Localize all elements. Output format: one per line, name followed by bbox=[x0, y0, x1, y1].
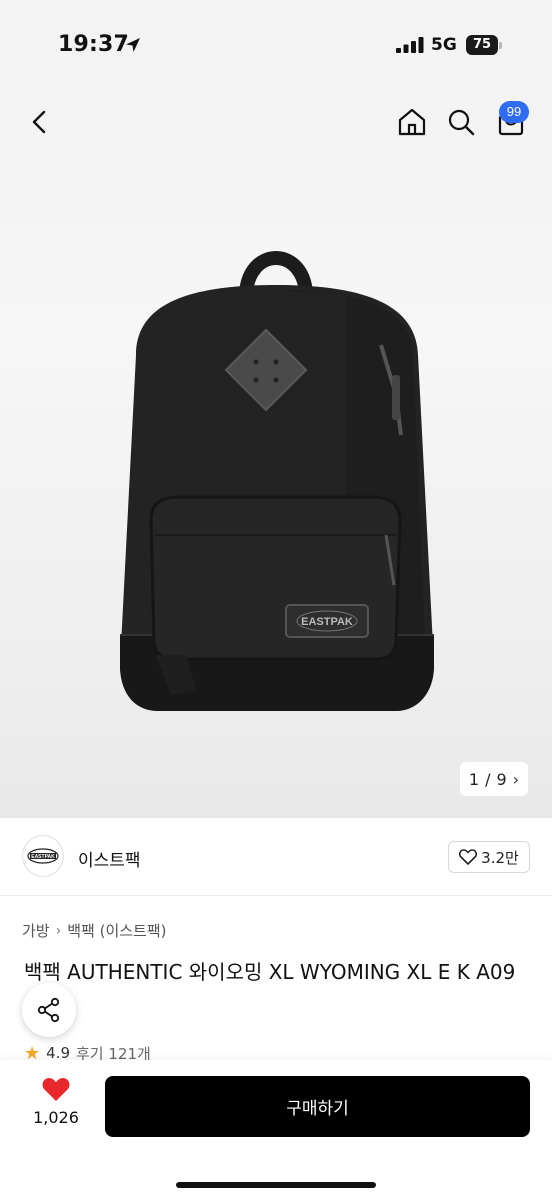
chevron-right-icon: › bbox=[55, 922, 62, 939]
heart-filled-icon bbox=[42, 1078, 70, 1101]
pager-current: 1 bbox=[468, 769, 480, 789]
pager-separator: / bbox=[485, 769, 491, 789]
home-button[interactable] bbox=[394, 104, 430, 140]
battery-level: 75 bbox=[472, 37, 492, 52]
search-icon bbox=[448, 109, 475, 136]
home-icon bbox=[398, 108, 426, 136]
share-button[interactable] bbox=[22, 983, 76, 1037]
product-image[interactable]: EASTPAK bbox=[96, 235, 456, 735]
status-bar: 19:37 5G 75 bbox=[0, 0, 552, 92]
battery-icon: 75 bbox=[466, 35, 502, 55]
search-button[interactable] bbox=[443, 104, 479, 140]
pager-total: 9 bbox=[496, 769, 507, 789]
brand-row: EASTPAK 이스트팩 3.2만 bbox=[0, 818, 552, 896]
breadcrumb-subcategory[interactable]: 백팩 (이스트팩) bbox=[67, 920, 166, 941]
svg-text:EASTPAK: EASTPAK bbox=[31, 854, 55, 860]
product-title: 백팩 AUTHENTIC 와이오밍 XL WYOMING XL E K A09 … bbox=[24, 960, 516, 1016]
share-icon bbox=[37, 997, 60, 1023]
bottom-action-bar: 1,026 구매하기 bbox=[0, 1060, 552, 1200]
chevron-left-icon bbox=[32, 110, 46, 134]
chevron-right-icon: › bbox=[512, 769, 520, 789]
brand-name[interactable]: 이스트팩 bbox=[78, 846, 141, 871]
network-type: 5G bbox=[431, 35, 457, 55]
eastpak-label: EASTPAK bbox=[301, 616, 353, 628]
buy-button[interactable]: 구매하기 bbox=[105, 1076, 530, 1137]
cart-count-badge: 99 bbox=[499, 101, 529, 123]
top-navigation bbox=[0, 92, 552, 152]
eastpak-logo-icon: EASTPAK bbox=[27, 848, 59, 864]
brand-logo[interactable]: EASTPAK bbox=[22, 835, 64, 877]
breadcrumb: 가방 › 백팩 (이스트팩) bbox=[22, 920, 167, 941]
heart-outline-icon bbox=[459, 849, 478, 865]
status-time: 19:37 bbox=[58, 32, 130, 57]
wishlist-count: 1,026 bbox=[33, 1108, 79, 1127]
wishlist-button[interactable]: 1,026 bbox=[26, 1076, 86, 1127]
home-indicator bbox=[176, 1182, 376, 1188]
brand-like-button[interactable]: 3.2만 bbox=[448, 841, 530, 873]
location-arrow-icon bbox=[126, 38, 140, 52]
image-pager[interactable]: 1 / 9 › bbox=[460, 762, 528, 796]
cellular-signal-icon bbox=[396, 37, 424, 53]
brand-like-count: 3.2만 bbox=[481, 848, 519, 867]
back-button[interactable] bbox=[22, 104, 58, 140]
breadcrumb-category[interactable]: 가방 bbox=[22, 920, 50, 941]
